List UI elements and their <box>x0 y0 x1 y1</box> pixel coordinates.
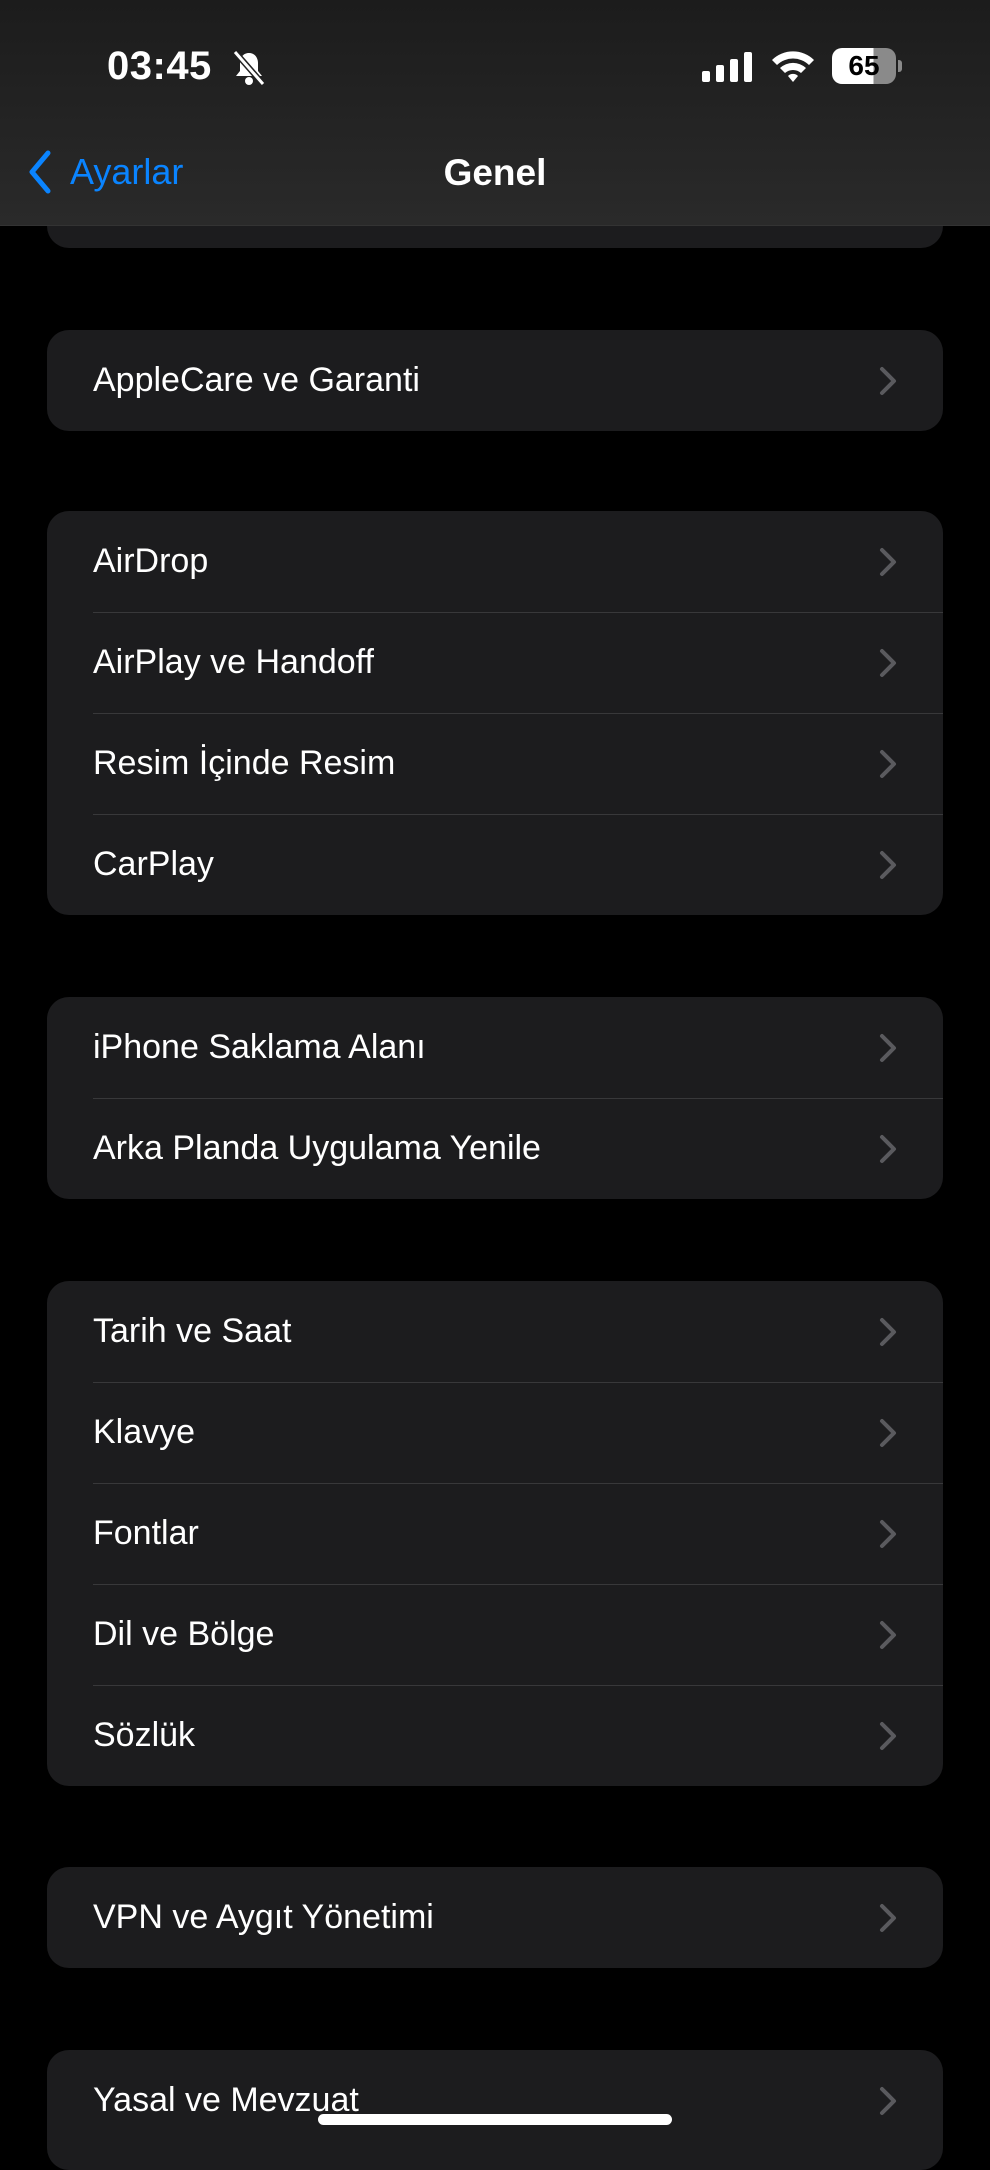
row-label: AirDrop <box>93 542 209 580</box>
row-label: Arka Planda Uygulama Yenile <box>93 1129 541 1167</box>
page-title: Genel <box>443 152 547 193</box>
row-label: Klavye <box>93 1413 196 1451</box>
settings-group: Tarih ve Saat Klavye Fontlar Dil ve Bölge Sö… <box>47 1281 943 1786</box>
settings-group: AirDrop AirPlay ve Handoff Resim İçinde Re… <box>47 511 943 915</box>
chevron-right-icon <box>880 850 896 879</box>
chevron-right-icon <box>880 1033 896 1062</box>
row-label: VPN ve Aygıt Yönetimi <box>93 1898 434 1936</box>
chevron-right-icon <box>880 547 896 576</box>
wifi-icon <box>770 48 816 89</box>
settings-row[interactable]: AirPlay ve Handoff <box>47 612 943 713</box>
battery-icon: 65 <box>832 48 896 84</box>
row-label: AppleCare ve Garanti <box>93 361 420 399</box>
settings-row[interactable]: Sözlük <box>47 1685 943 1786</box>
settings-group: iPhone Saklama Alanı Arka Planda Uygulama… <box>47 997 943 1199</box>
navigation-header: 03:45 65 Ayarlar Genel <box>0 0 990 226</box>
row-label: Tarih ve Saat <box>93 1312 292 1350</box>
settings-row[interactable]: AppleCare ve Garanti <box>47 330 943 431</box>
settings-row[interactable]: Fontlar <box>47 1483 943 1584</box>
settings-row[interactable]: VPN ve Aygıt Yönetimi <box>47 1867 943 1968</box>
settings-group: AppleCare ve Garanti <box>47 330 943 431</box>
row-label: Dil ve Bölge <box>93 1615 275 1653</box>
chevron-right-icon <box>880 1620 896 1649</box>
battery-tip <box>898 60 902 72</box>
chevron-right-icon <box>880 366 896 395</box>
settings-group: VPN ve Aygıt Yönetimi <box>47 1867 943 1968</box>
chevron-right-icon <box>880 2086 896 2115</box>
settings-row[interactable]: Dil ve Bölge <box>47 1584 943 1685</box>
row-label: Sözlük <box>93 1716 196 1754</box>
chevron-right-icon <box>880 1721 896 1750</box>
row-label: Fontlar <box>93 1514 199 1552</box>
row-label: AirPlay ve Handoff <box>93 643 374 681</box>
chevron-right-icon <box>880 1317 896 1346</box>
settings-row[interactable]: Tarih ve Saat <box>47 1281 943 1382</box>
settings-row[interactable]: Arka Planda Uygulama Yenile <box>47 1098 943 1199</box>
chevron-right-icon <box>880 1134 896 1163</box>
bell-slash-icon <box>232 50 266 91</box>
row-label: Yasal ve Mevzuat <box>93 2081 359 2119</box>
chevron-right-icon <box>880 1519 896 1548</box>
settings-row[interactable]: Yasal ve Mevzuat <box>47 2050 943 2151</box>
chevron-right-icon <box>880 749 896 778</box>
chevron-right-icon <box>880 1903 896 1932</box>
settings-group: Yasal ve Mevzuat <box>47 2050 943 2170</box>
settings-row[interactable]: Klavye <box>47 1382 943 1483</box>
settings-row[interactable]: CarPlay <box>47 814 943 915</box>
settings-row[interactable]: AirDrop <box>47 511 943 612</box>
cellular-signal-icon <box>702 52 754 87</box>
row-label: CarPlay <box>93 845 214 883</box>
chevron-right-icon <box>880 1418 896 1447</box>
chevron-right-icon <box>880 648 896 677</box>
settings-row[interactable]: iPhone Saklama Alanı <box>47 997 943 1098</box>
status-time: 03:45 <box>107 44 212 88</box>
row-label: Resim İçinde Resim <box>93 744 396 782</box>
row-label: iPhone Saklama Alanı <box>93 1028 426 1066</box>
home-indicator[interactable] <box>318 2114 672 2125</box>
settings-row[interactable]: Resim İçinde Resim <box>47 713 943 814</box>
